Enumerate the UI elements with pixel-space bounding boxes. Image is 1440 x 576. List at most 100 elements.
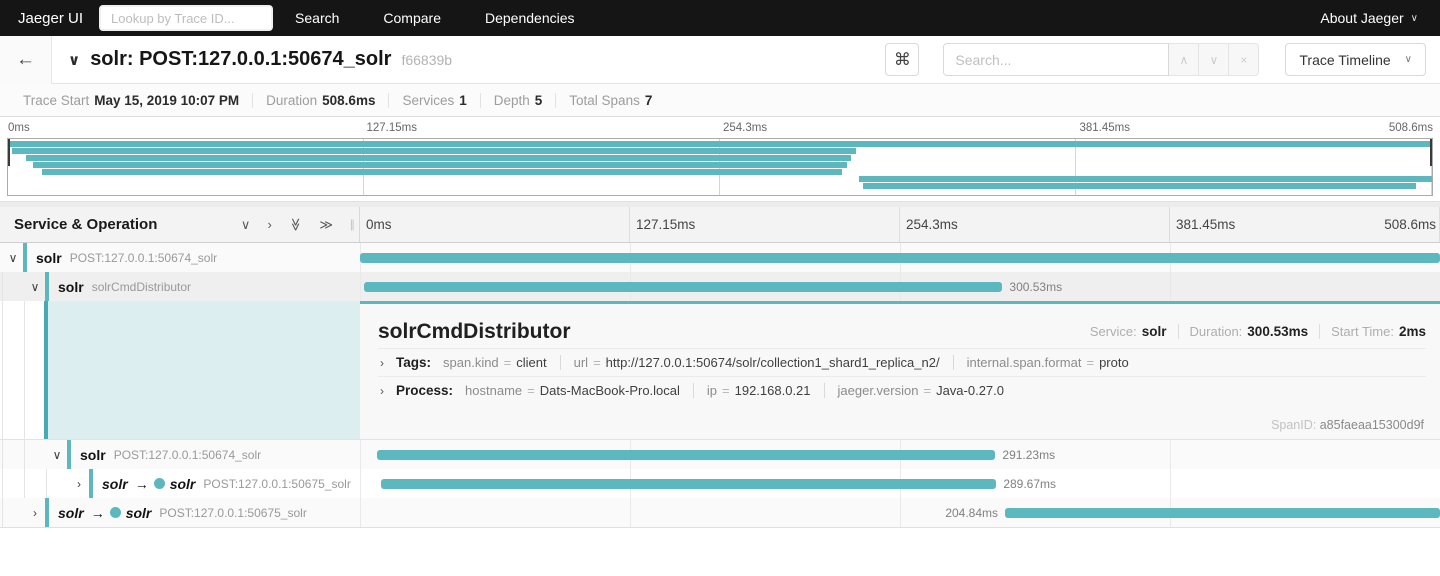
span-timeline-cell[interactable] bbox=[360, 243, 1440, 272]
nav-item-search[interactable]: Search bbox=[273, 10, 361, 26]
process-label: Process: bbox=[396, 383, 454, 398]
collapse-one-icon[interactable]: ∨ bbox=[241, 218, 251, 231]
detail-start-time: Start Time: 2ms bbox=[1331, 324, 1426, 339]
service-operation-title: Service & Operation bbox=[14, 216, 158, 233]
detail-service: Service: solr bbox=[1079, 324, 1179, 339]
span-name-cell: ∨ solr solrCmdDistributor bbox=[0, 272, 360, 301]
trace-search-input[interactable] bbox=[943, 43, 1170, 76]
span-name-cell: ∨ solr POST:127.0.0.1:50674_solr bbox=[0, 243, 360, 272]
indent-guide bbox=[2, 440, 3, 469]
service-name: solr bbox=[80, 446, 106, 463]
service-color-stripe bbox=[23, 243, 27, 272]
expand-one-icon[interactable]: › bbox=[267, 218, 271, 231]
column-resize-handle[interactable]: ∥ bbox=[350, 218, 356, 231]
chevron-down-icon[interactable]: ∨ bbox=[50, 448, 64, 462]
minimap-canvas[interactable] bbox=[7, 138, 1433, 196]
process-item: ip = 192.168.0.21 bbox=[692, 383, 824, 398]
search-clear-button[interactable]: × bbox=[1229, 43, 1260, 76]
jaeger-trace-page: Jaeger UI Search Compare Dependencies Ab… bbox=[0, 0, 1440, 576]
minimap-tick: 254.3ms bbox=[723, 122, 768, 134]
search-next-button[interactable]: ∨ bbox=[1199, 43, 1230, 76]
tags-accordion[interactable]: › Tags: span.kind = client url = http://127.… bbox=[378, 348, 1426, 376]
service-name: solr bbox=[36, 249, 62, 266]
collapse-all-icon[interactable]: ≫ bbox=[288, 218, 303, 232]
span-row[interactable]: ∨ solr POST:127.0.0.1:50674_solr 291.23m… bbox=[0, 440, 1440, 469]
span-duration-bar[interactable] bbox=[1005, 508, 1440, 518]
service-color-stripe bbox=[45, 272, 49, 301]
minimap-right-drag-handle[interactable] bbox=[1430, 139, 1432, 166]
span-duration-bar[interactable] bbox=[381, 479, 997, 489]
nav-item-dependencies[interactable]: Dependencies bbox=[463, 10, 597, 26]
timeline-tick: 127.15ms bbox=[630, 207, 900, 242]
operation-name: POST:127.0.0.1:50674_solr bbox=[69, 250, 218, 265]
service-color-stripe bbox=[67, 440, 71, 469]
command-icon: ⌘ bbox=[893, 49, 911, 69]
tags-label: Tags: bbox=[396, 355, 432, 370]
minimap-span-bar bbox=[26, 155, 851, 161]
tree-controls: ∨ › ≫ ≫ bbox=[241, 218, 359, 232]
span-detail-header: solrCmdDistributor Service: solr Duration… bbox=[378, 304, 1426, 348]
minimap-left-drag-handle[interactable] bbox=[8, 139, 10, 166]
meta-total-spans: Total Spans 7 bbox=[569, 92, 653, 108]
timeline-header: 0ms 127.15ms 254.3ms 381.45ms 508.6ms bbox=[360, 207, 1440, 242]
chevron-down-icon[interactable]: ∨ bbox=[6, 251, 20, 265]
span-timeline-cell[interactable]: 291.23ms bbox=[360, 440, 1440, 469]
about-jaeger-menu[interactable]: About Jaeger ∨ bbox=[1320, 10, 1440, 26]
chevron-down-icon: ∨ bbox=[1209, 52, 1219, 67]
trace-collapse-toggle[interactable]: ∨ bbox=[68, 51, 80, 69]
span-row[interactable]: ∨ solr POST:127.0.0.1:50674_solr bbox=[0, 243, 1440, 272]
back-arrow-icon: ← bbox=[16, 48, 35, 70]
indent-guide bbox=[2, 469, 3, 498]
rpc-target-service-name: solr bbox=[125, 504, 152, 521]
chevron-right-icon: › bbox=[380, 355, 384, 370]
rpc-service-dot bbox=[153, 478, 165, 489]
keyboard-shortcuts-button[interactable]: ⌘ bbox=[885, 43, 920, 76]
search-prev-button[interactable]: ∧ bbox=[1169, 43, 1200, 76]
detail-highlight-fill[interactable] bbox=[48, 301, 360, 439]
indent-guide bbox=[2, 301, 3, 439]
detail-overview: Service: solr Duration: 300.53ms Start Tim… bbox=[1079, 324, 1426, 339]
service-name: solr bbox=[58, 278, 84, 295]
span-row-selected[interactable]: ∨ solr solrCmdDistributor 300.53ms bbox=[0, 272, 1440, 301]
service-operation-header: Service & Operation ∨ › ≫ ≫ ∥ bbox=[0, 207, 360, 242]
process-item: jaeger.version = Java-0.27.0 bbox=[823, 383, 1017, 398]
rpc-arrow-icon: → bbox=[90, 504, 105, 521]
span-detail-row: solrCmdDistributor Service: solr Duration… bbox=[0, 301, 1440, 440]
trace-id-lookup-input[interactable] bbox=[99, 5, 274, 31]
span-id: SpanID: a85faeaa15300d9f bbox=[1271, 418, 1424, 432]
span-timeline-cell[interactable]: 289.67ms bbox=[360, 469, 1440, 498]
timeline-tick: 0ms bbox=[360, 207, 630, 242]
span-duration-label: 291.23ms bbox=[1002, 448, 1056, 462]
span-timeline-cell[interactable]: 204.84ms bbox=[360, 498, 1440, 527]
span-row[interactable]: › solr → solr POST:127.0.0.1:50675_solr … bbox=[0, 469, 1440, 498]
span-row[interactable]: › solr → solr POST:127.0.0.1:50675_solr … bbox=[0, 498, 1440, 527]
back-button[interactable]: ← bbox=[0, 35, 52, 84]
chevron-right-icon[interactable]: › bbox=[72, 477, 86, 491]
brand-jaeger-ui[interactable]: Jaeger UI bbox=[0, 10, 99, 27]
about-jaeger-label: About Jaeger bbox=[1320, 10, 1404, 26]
nav-item-compare[interactable]: Compare bbox=[361, 10, 463, 26]
expand-all-icon[interactable]: ≫ bbox=[319, 218, 333, 231]
trace-minimap: 0ms 127.15ms 254.3ms 381.45ms 508.6ms bbox=[0, 117, 1440, 201]
span-timeline-cell[interactable]: 300.53ms bbox=[360, 272, 1440, 301]
chevron-down-icon[interactable]: ∨ bbox=[28, 280, 42, 294]
process-accordion[interactable]: › Process: hostname = Dats-MacBook-Pro.loc… bbox=[378, 376, 1426, 404]
trace-view-selector[interactable]: Trace Timeline ∨ bbox=[1285, 43, 1426, 76]
span-duration-bar[interactable] bbox=[376, 450, 996, 460]
chevron-down-icon: ∨ bbox=[68, 51, 81, 69]
chevron-up-icon: ∧ bbox=[1179, 52, 1189, 67]
chevron-down-icon: ∨ bbox=[1404, 54, 1412, 65]
timeline-tick: 508.6ms bbox=[1384, 217, 1436, 232]
span-duration-bar[interactable] bbox=[364, 282, 1003, 292]
span-detail-panel: solrCmdDistributor Service: solr Duration… bbox=[360, 301, 1440, 439]
trace-header: ← ∨ solr: POST:127.0.0.1:50674_solr f668… bbox=[0, 35, 1440, 84]
span-duration-bar[interactable] bbox=[360, 253, 1440, 263]
minimap-tick: 127.15ms bbox=[366, 122, 418, 134]
chevron-right-icon[interactable]: › bbox=[28, 506, 42, 520]
rpc-arrow-icon: → bbox=[134, 475, 149, 492]
meta-services: Services 1 bbox=[389, 92, 481, 108]
minimap-span-bar bbox=[863, 183, 1417, 189]
tag-item: url = http://127.0.0.1:50674/solr/collecti… bbox=[559, 355, 953, 370]
tag-item: span.kind = client bbox=[443, 355, 547, 370]
span-name-cell: › solr → solr POST:127.0.0.1:50675_solr bbox=[0, 498, 360, 527]
